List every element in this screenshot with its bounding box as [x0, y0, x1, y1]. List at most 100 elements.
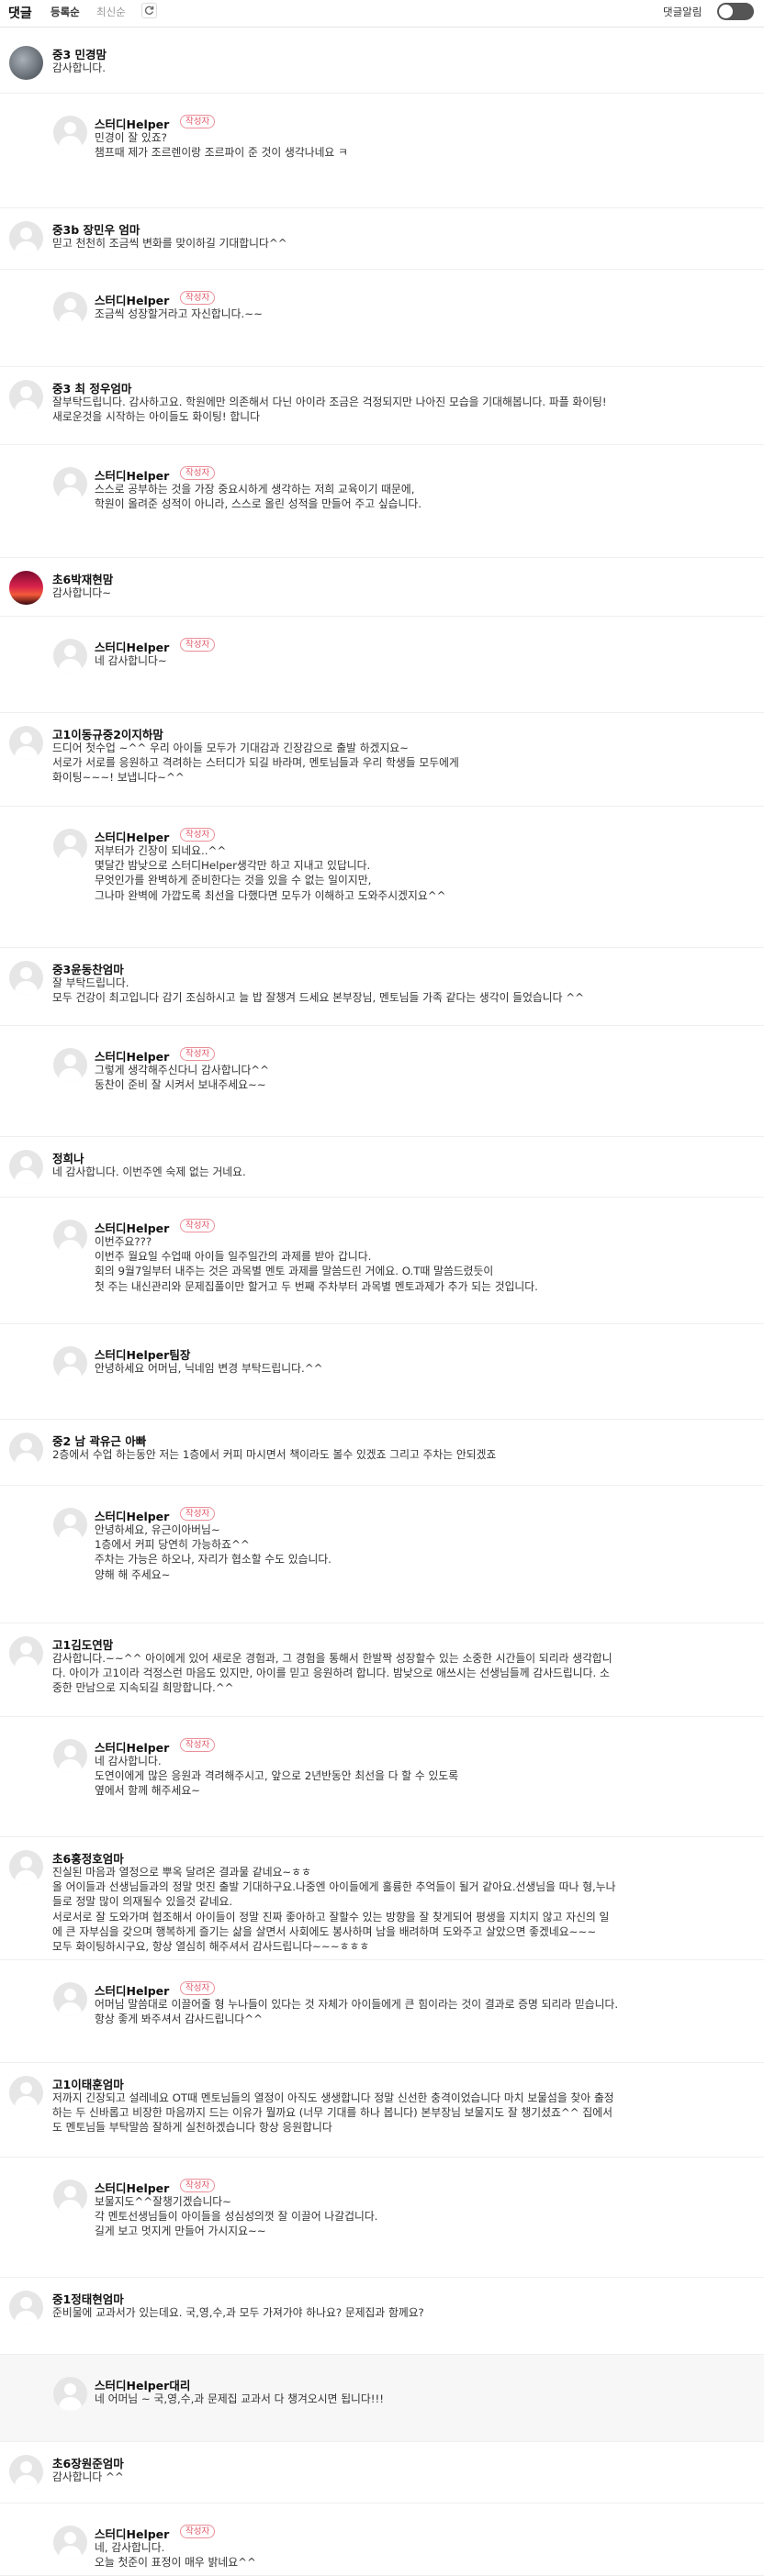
comment-text: 네 감사합니다~	[95, 654, 167, 667]
avatar-head-shape	[64, 1989, 76, 2001]
avatar[interactable]	[53, 1346, 87, 1380]
comment-text: 감사합니다 ^^	[52, 2470, 124, 2483]
avatar[interactable]	[9, 726, 43, 760]
avatar[interactable]	[9, 1433, 43, 1466]
avatar[interactable]	[53, 2377, 87, 2411]
avatar[interactable]	[9, 1636, 43, 1670]
more-options-icon[interactable]	[748, 2375, 754, 2388]
reply-item: 스터디Helper 작성자 네 감사합니다. 도연이에게 많은 응원과 격려해주시고…	[0, 1717, 764, 1837]
more-options-icon[interactable]	[748, 959, 754, 972]
avatar[interactable]	[53, 1982, 87, 2016]
comment-alarm-toggle[interactable]	[717, 3, 754, 20]
avatar[interactable]	[9, 571, 43, 605]
sort-by-registration[interactable]: 등록순	[51, 5, 80, 19]
more-options-icon[interactable]	[748, 2453, 754, 2466]
more-options-icon[interactable]	[748, 724, 754, 737]
more-options-icon[interactable]	[748, 1848, 754, 1861]
avatar[interactable]	[9, 1150, 43, 1184]
refresh-icon[interactable]	[141, 3, 157, 18]
more-options-icon[interactable]	[748, 1737, 754, 1750]
avatar[interactable]	[53, 292, 87, 326]
author-badge: 작성자	[180, 1219, 216, 1232]
more-options-icon[interactable]	[748, 1344, 754, 1357]
more-options-icon[interactable]	[748, 2289, 754, 2302]
author-badge: 작성자	[180, 1507, 216, 1521]
avatar[interactable]	[53, 829, 87, 863]
more-options-icon[interactable]	[748, 2074, 754, 2087]
reply-item: 스터디Helper 작성자 네 감사합니다~	[0, 617, 764, 713]
avatar-head-shape	[64, 2383, 76, 2395]
avatar-body-shape	[59, 1068, 82, 1082]
more-options-icon[interactable]	[748, 2524, 754, 2537]
more-options-icon[interactable]	[748, 2178, 754, 2191]
more-options-icon[interactable]	[748, 378, 754, 391]
more-options-icon[interactable]	[748, 1980, 754, 1993]
sort-by-latest[interactable]: 최신순	[96, 5, 126, 19]
more-options-icon[interactable]	[748, 114, 754, 127]
avatar[interactable]	[9, 221, 43, 255]
avatar[interactable]	[9, 2455, 43, 2489]
avatar-head-shape	[20, 2297, 32, 2309]
comment-item: 고1이태훈엄마 저까지 긴장되고 설레네요 OT때 멘토님들의 열정이 아직도 생…	[0, 2063, 764, 2158]
comment-text: 준비물에 교과서가 있는데요. 국,영,수,과 모두 가져가야 하나요? 문제집…	[52, 2306, 424, 2319]
author-badge: 작성자	[180, 466, 216, 480]
avatar[interactable]	[53, 1048, 87, 1082]
avatar-body-shape	[15, 981, 38, 995]
avatar-head-shape	[64, 122, 76, 134]
avatar[interactable]	[53, 1508, 87, 1542]
more-options-icon[interactable]	[748, 1634, 754, 1647]
avatar-head-shape	[64, 645, 76, 657]
author-badge: 작성자	[180, 2179, 216, 2192]
more-options-icon[interactable]	[748, 569, 754, 582]
comment-item: 중3 최 정우엄마 잘부탁드립니다. 감사하고요. 학원에만 의존해서 다닌 아이…	[0, 367, 764, 445]
comment-text: 어머님 말씀대로 이끌어줄 형 누나들이 있다는 것 자체가 아이들에게 큰 힘…	[95, 1998, 619, 2026]
comment-item: 중3b 장민우 엄마 믿고 천천히 조금씩 변화를 맞이하길 기대합니다^^	[0, 208, 764, 270]
more-options-icon[interactable]	[748, 1046, 754, 1059]
avatar[interactable]	[53, 1220, 87, 1254]
more-options-icon[interactable]	[748, 1218, 754, 1231]
more-options-icon[interactable]	[748, 44, 754, 57]
comment-alarm-label: 댓글알림	[663, 6, 702, 18]
comment-text: 네 어머님 ~ 국,영,수,과 문제집 교과서 다 챙겨오시면 됩니다!!!	[95, 2392, 384, 2405]
more-options-icon[interactable]	[748, 465, 754, 478]
comment-text: 감사합니다.~~^^ 아이에게 있어 새로운 경험과, 그 경험을 통해서 한발…	[52, 1652, 612, 1695]
avatar-body-shape	[15, 1656, 38, 1670]
more-options-icon[interactable]	[748, 290, 754, 303]
avatar-body-shape	[59, 136, 82, 150]
more-options-icon[interactable]	[748, 1148, 754, 1161]
avatar-head-shape	[64, 1226, 76, 1238]
avatar[interactable]	[9, 961, 43, 995]
avatar[interactable]	[9, 2076, 43, 2110]
avatar-head-shape	[20, 1857, 32, 1868]
reply-item: 스터디Helper 작성자 어머님 말씀대로 이끌어줄 형 누나들이 있다는 것 자…	[0, 1960, 764, 2063]
avatar[interactable]	[53, 467, 87, 501]
avatar[interactable]	[53, 116, 87, 150]
avatar[interactable]	[53, 2526, 87, 2559]
comment-item: 중1정태현엄마 준비물에 교과서가 있는데요. 국,영,수,과 모두 가져가야 하…	[0, 2278, 764, 2355]
avatar-head-shape	[64, 298, 76, 310]
avatar[interactable]	[53, 639, 87, 673]
comment-text: 드디어 첫수업 ~^^ 우리 아이들 모두가 기대감과 긴장감으로 출발 하겠지…	[52, 742, 459, 785]
comment-text: 믿고 천천히 조금씩 변화를 맞이하길 기대합니다^^	[52, 237, 287, 250]
avatar[interactable]	[9, 2291, 43, 2325]
avatar[interactable]	[53, 2180, 87, 2214]
avatar[interactable]	[9, 380, 43, 414]
avatar[interactable]	[53, 1739, 87, 1773]
more-options-icon[interactable]	[748, 219, 754, 232]
avatar-head-shape	[20, 1156, 32, 1168]
avatar[interactable]	[9, 46, 43, 80]
avatar[interactable]	[9, 1850, 43, 1884]
comment-text: 잘부탁드립니다. 감사하고요. 학원에만 의존해서 다닌 아이라 조금은 걱정되…	[52, 396, 607, 424]
comment-text: 저부터가 긴장이 되네요..^^ 몇달간 밤낮으로 스터디Helper생각만 하…	[95, 844, 446, 902]
avatar-body-shape	[59, 2397, 82, 2411]
author-badge: 작성자	[180, 638, 216, 652]
avatar-head-shape	[20, 2461, 32, 2473]
comment-item: 중2 남 곽유근 아빠 2층에서 수업 하는동안 저는 1층에서 커피 마시면서 …	[0, 1420, 764, 1486]
more-options-icon[interactable]	[748, 1431, 754, 1444]
reply-item: 스터디Helper팀장 안녕하세요 어머님, 닉네임 변경 부탁드립니다.^^	[0, 1324, 764, 1420]
more-options-icon[interactable]	[748, 637, 754, 650]
avatar-head-shape	[64, 1054, 76, 1066]
more-options-icon[interactable]	[748, 1506, 754, 1519]
more-options-icon[interactable]	[748, 827, 754, 840]
reply-item: 스터디Helper 작성자 저부터가 긴장이 되네요..^^ 몇달간 밤낮으로 스터…	[0, 807, 764, 948]
